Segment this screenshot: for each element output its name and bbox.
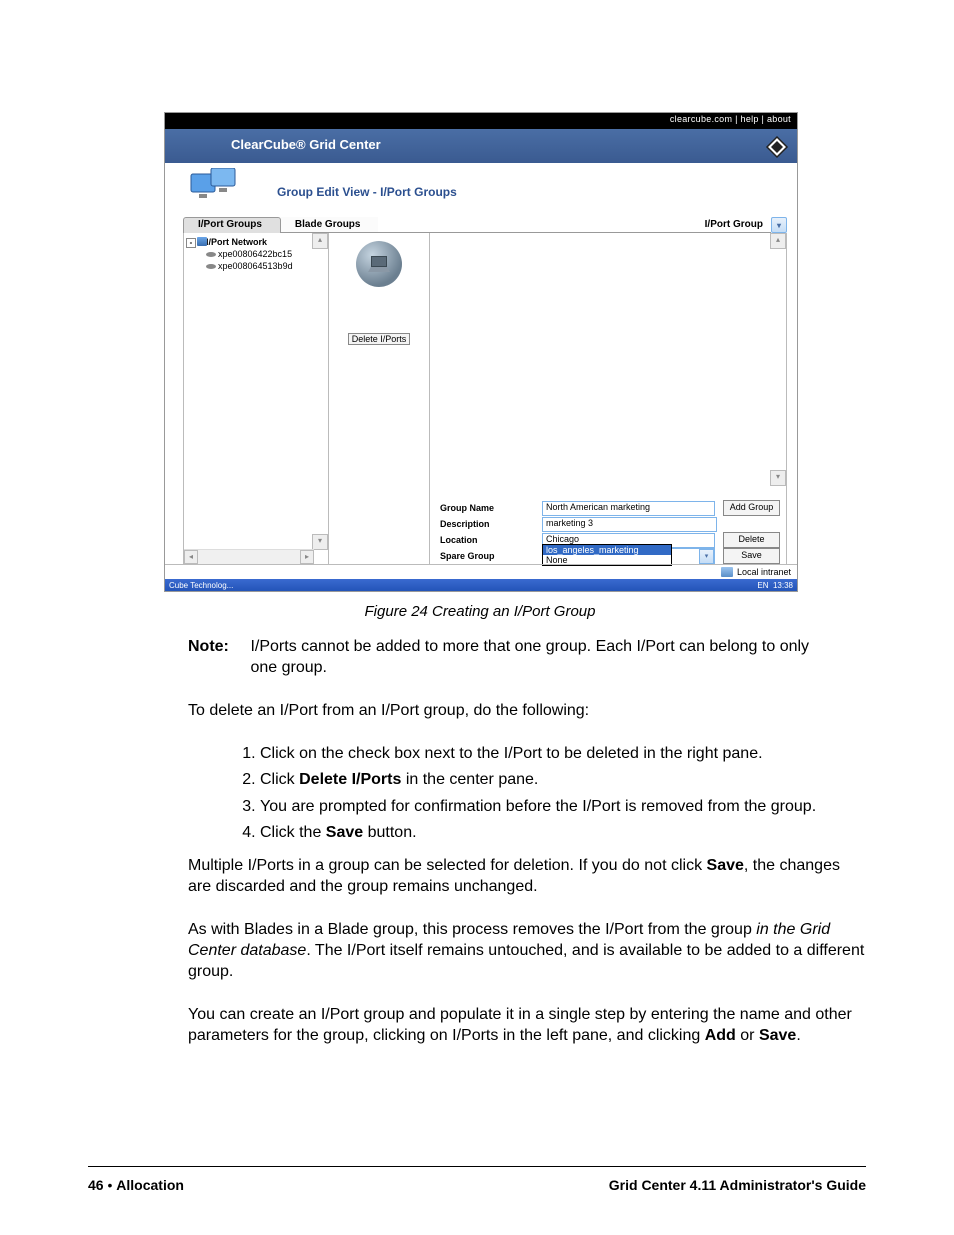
taskbar: Cube Technolog... EN 13:38 — [165, 579, 797, 591]
intranet-icon — [721, 567, 733, 577]
add-group-button[interactable]: Add Group — [723, 500, 780, 516]
note-body: I/Ports cannot be added to more that one… — [250, 636, 810, 678]
top-links-text[interactable]: clearcube.com | help | about — [670, 114, 791, 124]
list-item: You are prompted for confirmation before… — [260, 796, 866, 817]
tree-root[interactable]: - I/Port Network — [186, 237, 326, 247]
taskbar-right: EN 13:38 — [757, 581, 793, 590]
chevron-down-icon[interactable]: ▾ — [771, 217, 787, 233]
tab-blade-groups[interactable]: Blade Groups — [281, 217, 379, 233]
figure-caption: Figure 24 Creating an I/Port Group — [164, 603, 796, 620]
logo-icon — [765, 135, 789, 159]
laptop-user-icon — [356, 241, 402, 287]
paragraph: To delete an I/Port from an I/Port group… — [188, 700, 866, 721]
page-footer: 46 • Allocation Grid Center 4.11 Adminis… — [88, 1166, 866, 1193]
steps-list: Click on the check box next to the I/Por… — [188, 743, 866, 842]
chevron-down-icon[interactable]: ▾ — [699, 549, 714, 564]
dropdown-options: los_angeles_marketing None — [542, 544, 672, 566]
tab-iport-groups[interactable]: I/Port Groups — [183, 217, 281, 233]
location-label: Location — [430, 535, 542, 545]
tab-bar: I/Port Groups Blade Groups I/Port Group … — [183, 217, 787, 233]
list-item: Click the Save button. — [260, 822, 866, 843]
scroll-down-icon[interactable]: ▾ — [770, 470, 786, 486]
status-bar: Local intranet — [165, 564, 797, 579]
paragraph: You can create an I/Port group and popul… — [188, 1004, 866, 1046]
scroll-right-icon[interactable]: ▸ — [300, 550, 314, 564]
body-text: Note: I/Ports cannot be added to more th… — [188, 636, 866, 1047]
taskbar-app[interactable]: Cube Technolog... — [169, 581, 233, 590]
scrollbar-horizontal[interactable]: ◂▸ — [184, 549, 314, 564]
panes: - I/Port Network xpe00806422bc15 xpe0080… — [183, 233, 787, 565]
app-header: ClearCube® Grid Center — [165, 129, 797, 164]
tree-collapse-icon[interactable]: - — [186, 238, 196, 248]
note-block: Note: I/Ports cannot be added to more th… — [188, 636, 866, 678]
footer-left: 46 • Allocation — [88, 1177, 184, 1193]
center-pane: Delete I/Ports — [329, 233, 430, 564]
tree-item[interactable]: xpe008064513b9d — [186, 261, 326, 271]
status-text: Local intranet — [737, 567, 791, 577]
description-input[interactable]: marketing 3 — [542, 517, 717, 532]
list-item: Click Delete I/Ports in the center pane. — [260, 769, 866, 790]
dropdown-option[interactable]: los_angeles_marketing — [543, 545, 671, 555]
description-label: Description — [430, 519, 542, 529]
section-title: Group Edit View - I/Port Groups — [277, 185, 457, 199]
scroll-up-icon[interactable]: ▴ — [770, 233, 786, 249]
content-area: Group Edit View - I/Port Groups I/Port G… — [165, 163, 797, 565]
delete-button[interactable]: Delete — [723, 532, 780, 548]
paragraph: As with Blades in a Blade group, this pr… — [188, 919, 866, 982]
tree-item[interactable]: xpe00806422bc15 — [186, 249, 326, 259]
tab-iport-group-label: I/Port Group — [697, 217, 771, 233]
scroll-up-icon[interactable]: ▴ — [312, 233, 328, 249]
group-name-label: Group Name — [430, 503, 542, 513]
app-title: ClearCube® Grid Center — [231, 137, 381, 152]
delete-iports-button[interactable]: Delete I/Ports — [348, 333, 411, 345]
paragraph: Multiple I/Ports in a group can be selec… — [188, 855, 866, 897]
monitors-icon — [189, 168, 245, 208]
footer-right: Grid Center 4.11 Administrator's Guide — [609, 1177, 866, 1193]
screenshot-figure: clearcube.com | help | about ClearCube® … — [164, 112, 798, 592]
scroll-left-icon[interactable]: ◂ — [184, 550, 198, 564]
list-item: Click on the check box next to the I/Por… — [260, 743, 866, 764]
form-area: Group Name North American marketing Add … — [430, 500, 786, 564]
folder-icon — [197, 237, 207, 246]
top-links-bar: clearcube.com | help | about — [165, 113, 797, 129]
note-label: Note: — [188, 636, 240, 657]
group-name-input[interactable]: North American marketing — [542, 501, 715, 516]
save-button[interactable]: Save — [723, 548, 780, 564]
scroll-down-icon[interactable]: ▾ — [312, 534, 328, 550]
right-pane: ▴ ▾ Group Name North American marketing … — [430, 233, 786, 564]
tree-pane: - I/Port Network xpe00806422bc15 xpe0080… — [184, 233, 329, 564]
spare-group-label: Spare Group — [430, 551, 542, 561]
